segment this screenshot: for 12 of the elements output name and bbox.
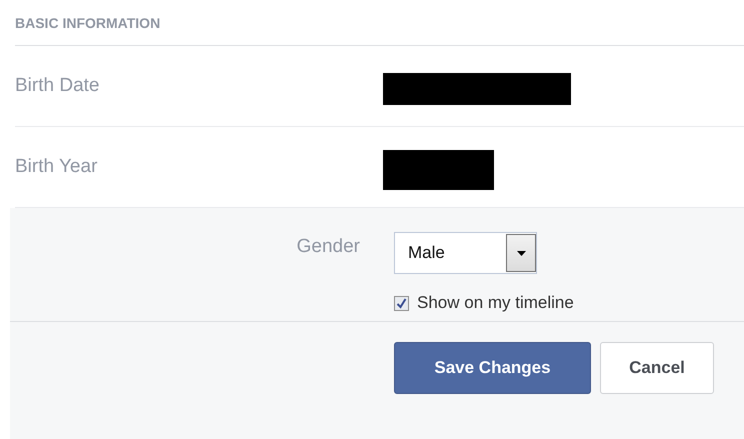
check-icon [396, 298, 407, 308]
caret-icon [516, 250, 526, 256]
dropdown-button[interactable] [506, 234, 536, 272]
save-button[interactable]: Save Changes [394, 342, 591, 394]
field-label: Birth Year [15, 156, 98, 178]
gender-label: Gender [296, 235, 360, 259]
section-title: BASIC INFORMATION [15, 14, 160, 30]
gender-select[interactable]: Male [394, 232, 537, 274]
cancel-button[interactable]: Cancel [600, 342, 714, 394]
field-label: Birth Date [15, 75, 100, 97]
checkbox-label: Show on my timeline [417, 293, 574, 313]
checkbox[interactable] [394, 296, 409, 310]
